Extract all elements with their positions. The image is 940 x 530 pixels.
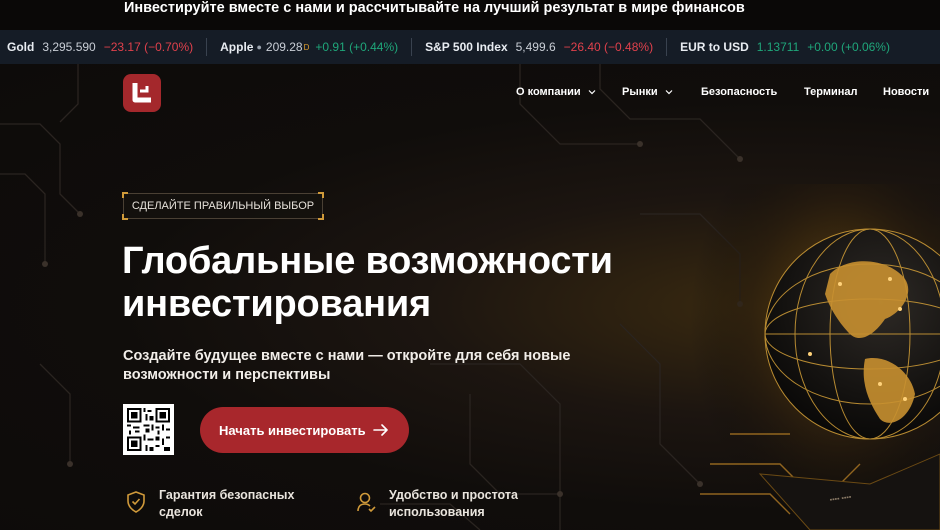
- nav-item-news[interactable]: Новости: [883, 86, 929, 98]
- nav-label: Новости: [883, 86, 930, 98]
- market-status-dot-icon: ●: [256, 42, 262, 52]
- ticker-tape[interactable]: Gold 3,295.590 −23.17 (−0.70%) Apple ● 2…: [0, 30, 940, 64]
- ticker-symbol: EUR to USD: [680, 40, 749, 54]
- ticker-divider: [206, 38, 208, 56]
- hero-subtitle: Создайте будущее вместе с нами — откройт…: [123, 347, 623, 385]
- cta-label: Начать инвестировать: [219, 422, 366, 438]
- ticker-item-gold[interactable]: Gold 3,295.590 −23.17 (−0.70%): [0, 30, 200, 64]
- nav-label: О компании: [516, 86, 581, 98]
- nav-item-security[interactable]: Безопасность: [701, 86, 777, 98]
- globe-chip-illustration: ▪▪▪▪ ▪▪▪▪: [690, 184, 940, 530]
- feature-text: сделок: [159, 505, 203, 519]
- feature-text: Гарантия безопасных: [159, 488, 295, 502]
- feature-text: Удобство и простота: [389, 488, 518, 502]
- ticker-change: +0.00 (+0.06%): [807, 40, 890, 54]
- ticker-symbol: S&P 500 Index: [425, 40, 508, 54]
- qr-code: [123, 404, 174, 455]
- nav-label: Рынки: [622, 86, 658, 98]
- nav-label: Терминал: [804, 86, 858, 98]
- ticker-price: 3,295.590: [42, 40, 96, 54]
- promo-text: Инвестируйте вместе с нами и рассчитывай…: [124, 0, 745, 16]
- chevron-down-icon: [588, 90, 596, 95]
- hero-subtitle-line: возможности и перспективы: [123, 367, 331, 383]
- chevron-down-icon: [665, 90, 673, 95]
- ticker-symbol: Apple: [220, 40, 254, 54]
- feature-ease-of-use: Удобство и простота использования: [355, 487, 518, 521]
- hero-subtitle-line: Создайте будущее вместе с нами — откройт…: [123, 348, 571, 364]
- nav-label: Безопасность: [701, 86, 778, 98]
- feature-text: использования: [389, 505, 485, 519]
- start-investing-button[interactable]: Начать инвестировать: [200, 407, 409, 453]
- hero-badge-text: СДЕЛАЙТЕ ПРАВИЛЬНЫЙ ВЫБОР: [131, 200, 315, 212]
- feature-safe-deals: Гарантия безопасных сделок: [125, 487, 294, 521]
- ticker-marker: D: [303, 42, 310, 52]
- ticker-item-apple[interactable]: Apple ● 209.28 D +0.91 (+0.44%): [213, 30, 405, 64]
- ticker-price: 209.28: [265, 40, 303, 54]
- hero-title-line: Глобальные возможности: [122, 240, 613, 282]
- hero-title-line: инвестирования: [122, 283, 432, 325]
- nav-item-terminal[interactable]: Терминал: [804, 86, 858, 98]
- hero-badge: СДЕЛАЙТЕ ПРАВИЛЬНЫЙ ВЫБОР: [122, 192, 324, 220]
- ticker-item-eurusd[interactable]: EUR to USD 1.13711 +0.00 (+0.06%): [673, 30, 897, 64]
- ticker-item-sp500[interactable]: S&P 500 Index 5,499.6 −26.40 (−0.48%): [418, 30, 660, 64]
- nav-item-markets[interactable]: Рынки: [622, 86, 673, 98]
- hero-title: Глобальные возможности инвестирования: [122, 240, 682, 326]
- shield-check-icon: [127, 491, 145, 513]
- ticker-price: 1.13711: [756, 40, 800, 54]
- ticker-change: −23.17 (−0.70%): [103, 40, 194, 54]
- ticker-change: +0.91 (+0.44%): [315, 40, 399, 54]
- nav-item-about[interactable]: О компании: [516, 86, 596, 98]
- ticker-symbol: Gold: [7, 40, 35, 54]
- arrow-right-icon: [373, 424, 388, 436]
- user-support-icon: [357, 492, 376, 513]
- ticker-divider: [411, 38, 413, 56]
- ticker-divider: [666, 38, 668, 56]
- company-logo[interactable]: [123, 74, 161, 112]
- promo-banner: Инвестируйте вместе с нами и рассчитывай…: [0, 0, 940, 30]
- ticker-price: 5,499.6: [515, 40, 556, 54]
- hero-section: О компании Рынки Безопасность Терминал Н…: [0, 64, 940, 530]
- ticker-change: −26.40 (−0.48%): [563, 40, 654, 54]
